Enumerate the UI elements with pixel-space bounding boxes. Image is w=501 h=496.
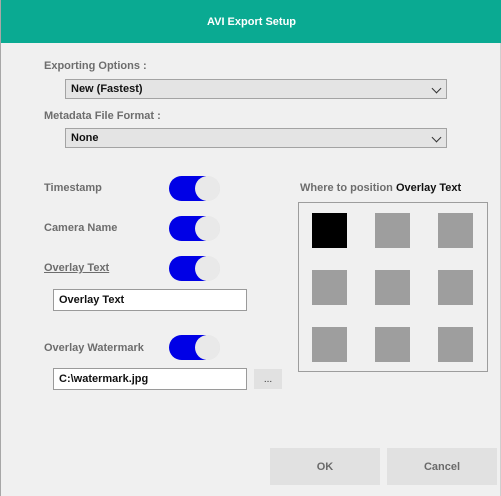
- exporting-options-select[interactable]: New (Fastest): [65, 79, 447, 99]
- overlay-text-input[interactable]: Overlay Text: [53, 289, 247, 311]
- position-heading: Where to position Overlay Text: [300, 182, 461, 194]
- cancel-button[interactable]: Cancel: [387, 448, 497, 485]
- dialog-title: AVI Export Setup: [1, 0, 501, 43]
- avi-export-setup-dialog: AVI Export Setup Exporting Options : New…: [0, 0, 501, 496]
- position-cell-middle-right[interactable]: [438, 270, 473, 305]
- exporting-options-value: New (Fastest): [71, 83, 143, 95]
- position-cell-bottom-center[interactable]: [375, 327, 410, 362]
- overlay-text-toggle[interactable]: [169, 256, 220, 281]
- position-cell-bottom-left[interactable]: [312, 327, 347, 362]
- watermark-path-input[interactable]: C:\watermark.jpg: [53, 368, 247, 390]
- toggle-knob: [195, 256, 220, 281]
- chevron-down-icon: [431, 83, 442, 94]
- toggle-knob: [195, 176, 220, 201]
- position-cell-middle-center[interactable]: [375, 270, 410, 305]
- toggle-knob: [195, 335, 220, 360]
- position-cell-top-right[interactable]: [438, 213, 473, 248]
- metadata-format-select[interactable]: None: [65, 128, 447, 148]
- position-cell-top-center[interactable]: [375, 213, 410, 248]
- position-grid: [298, 202, 488, 372]
- position-cell-bottom-right[interactable]: [438, 327, 473, 362]
- browse-button[interactable]: ...: [254, 369, 282, 389]
- metadata-format-label: Metadata File Format :: [44, 110, 161, 122]
- timestamp-label: Timestamp: [44, 182, 102, 194]
- position-cell-top-left[interactable]: [312, 213, 347, 248]
- camera-name-toggle[interactable]: [169, 216, 220, 241]
- overlay-watermark-label: Overlay Watermark: [44, 342, 144, 354]
- overlay-watermark-toggle[interactable]: [169, 335, 220, 360]
- camera-name-label: Camera Name: [44, 222, 118, 234]
- position-cell-middle-left[interactable]: [312, 270, 347, 305]
- position-heading-bold: Overlay Text: [395, 182, 462, 194]
- overlay-text-link[interactable]: Overlay Text: [44, 262, 109, 274]
- ok-button[interactable]: OK: [270, 448, 380, 485]
- timestamp-toggle[interactable]: [169, 176, 220, 201]
- toggle-knob: [195, 216, 220, 241]
- exporting-options-label: Exporting Options :: [44, 60, 147, 72]
- position-heading-prefix: Where to position: [300, 182, 396, 194]
- metadata-format-value: None: [71, 132, 99, 144]
- chevron-down-icon: [431, 132, 442, 143]
